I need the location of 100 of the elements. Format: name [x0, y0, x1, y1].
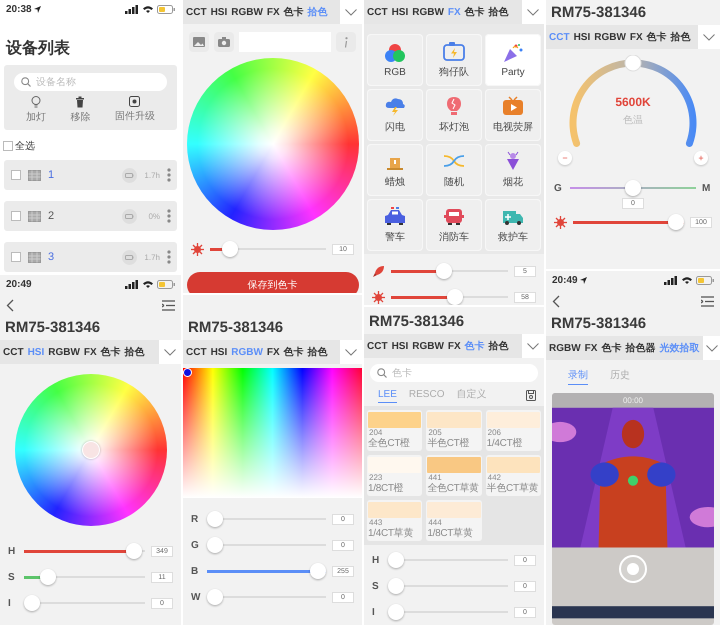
device-row[interactable]: 3 1.7h [4, 242, 177, 272]
effect-tile[interactable]: 警车 [367, 199, 423, 251]
tab[interactable]: RGBW [594, 32, 626, 42]
tab[interactable]: RGBW [48, 346, 80, 358]
tab[interactable]: HSI [574, 32, 590, 42]
more-icon[interactable] [167, 168, 171, 182]
tab[interactable]: HSI [210, 346, 228, 358]
menu-icon[interactable] [701, 296, 714, 306]
checkbox[interactable] [3, 141, 13, 151]
tab[interactable]: HSI [392, 340, 408, 352]
tab[interactable]: 色卡 [646, 30, 667, 44]
minus-button[interactable]: − [558, 151, 572, 165]
slider-thumb[interactable] [625, 180, 641, 196]
tab[interactable]: CCT [367, 340, 388, 352]
tab[interactable]: 拾色 [488, 5, 509, 19]
spectrum-selector[interactable] [183, 368, 192, 377]
tab[interactable]: 拾色器 [625, 341, 656, 355]
slider-thumb[interactable] [222, 241, 238, 257]
slider-thumb[interactable] [126, 543, 142, 559]
expand-button[interactable] [340, 0, 362, 24]
tab[interactable]: 拾色 [124, 345, 145, 359]
effect-tile[interactable]: 消防车 [426, 199, 482, 251]
color-spectrum[interactable] [183, 368, 362, 498]
tab[interactable]: RGBW [412, 6, 444, 18]
tab[interactable]: RGBW [549, 342, 581, 354]
checkbox[interactable] [11, 211, 21, 221]
effect-tile[interactable]: 蜡烛 [367, 144, 423, 196]
slider-thumb[interactable] [388, 552, 404, 568]
slider-thumb[interactable] [388, 578, 404, 594]
tab[interactable]: 拾色 [670, 30, 691, 44]
search-input[interactable]: 设备名称 [36, 76, 160, 88]
slider-thumb[interactable] [668, 214, 684, 230]
tab[interactable]: RGBW [412, 340, 444, 352]
dial-thumb[interactable] [624, 55, 642, 72]
tab[interactable]: CCT [186, 346, 207, 358]
effect-tile[interactable]: 电视荧屏 [485, 89, 541, 141]
slider-thumb[interactable] [24, 595, 40, 611]
search-field[interactable]: 色卡 [370, 364, 538, 382]
tab[interactable]: 拾色 [488, 339, 509, 353]
slider-thumb[interactable] [207, 537, 223, 553]
tab[interactable]: FX [266, 6, 280, 18]
expand-button[interactable] [522, 0, 544, 24]
tab[interactable]: 色卡 [284, 5, 304, 19]
device-row[interactable]: 1 1.7h [4, 160, 177, 190]
tab[interactable]: 色卡 [464, 5, 485, 19]
plus-button[interactable]: + [694, 151, 708, 165]
action-button[interactable]: 加灯 [26, 96, 46, 124]
tab[interactable]: FX [448, 340, 461, 352]
slider-thumb[interactable] [436, 263, 452, 279]
device-row[interactable]: 2 0% [4, 201, 177, 231]
more-icon[interactable] [167, 250, 171, 264]
wheel-selector[interactable] [82, 441, 100, 459]
tab[interactable]: FX [266, 346, 280, 358]
checkbox[interactable] [11, 170, 21, 180]
action-button[interactable]: 固件升级 [114, 96, 155, 124]
temperature-dial[interactable] [570, 60, 696, 147]
tab[interactable]: FX [84, 346, 97, 358]
slider-thumb[interactable] [207, 589, 223, 605]
tab[interactable]: 色卡 [100, 345, 121, 359]
tab[interactable]: 色卡 [284, 345, 304, 359]
effect-tile[interactable]: 闪电 [367, 89, 423, 141]
expand-button[interactable] [698, 25, 720, 49]
save-icon[interactable] [526, 390, 536, 401]
slider-thumb[interactable] [310, 563, 326, 579]
effect-tile[interactable]: 救护车 [485, 199, 541, 251]
search-field[interactable]: 设备名称 [14, 73, 167, 91]
effect-tile[interactable]: 随机 [426, 144, 482, 196]
slider-thumb[interactable] [40, 569, 56, 585]
slider-thumb[interactable] [446, 289, 463, 305]
tab[interactable]: CCT [3, 346, 24, 358]
tab[interactable]: CCT [186, 6, 207, 18]
image-button[interactable] [189, 32, 209, 52]
tab[interactable]: HSI [392, 6, 408, 18]
search-input[interactable]: 色卡 [392, 368, 531, 378]
back-icon[interactable] [6, 298, 14, 312]
tab[interactable]: CCT [367, 6, 388, 18]
tab[interactable]: RGBW [231, 6, 263, 18]
expand-button[interactable] [703, 336, 720, 360]
checkbox[interactable] [11, 252, 21, 262]
tab[interactable]: 色卡 [601, 341, 622, 355]
record-button[interactable] [619, 555, 647, 583]
more-icon[interactable] [167, 209, 171, 223]
tab[interactable]: 拾色 [308, 345, 328, 359]
camera-button[interactable] [214, 32, 234, 52]
expand-button[interactable] [340, 340, 362, 364]
effect-tile[interactable]: 狗仔队 [426, 34, 482, 86]
effect-tile[interactable]: Party [485, 34, 541, 86]
effect-tile[interactable]: 烟花 [485, 144, 541, 196]
info-button[interactable] [336, 32, 356, 52]
effect-tile[interactable]: 坏灯泡 [426, 89, 482, 141]
slider-thumb[interactable] [388, 604, 404, 620]
slider-thumb[interactable] [207, 511, 223, 527]
save-button[interactable]: 保存到色卡 [186, 272, 358, 293]
effect-tile[interactable]: RGB [367, 34, 423, 86]
expand-button[interactable] [522, 334, 544, 358]
back-icon[interactable] [552, 294, 560, 308]
menu-icon[interactable] [162, 300, 175, 310]
action-button[interactable]: 移除 [70, 96, 90, 124]
tab[interactable]: FX [630, 32, 643, 42]
tab[interactable]: HSI [210, 6, 228, 18]
